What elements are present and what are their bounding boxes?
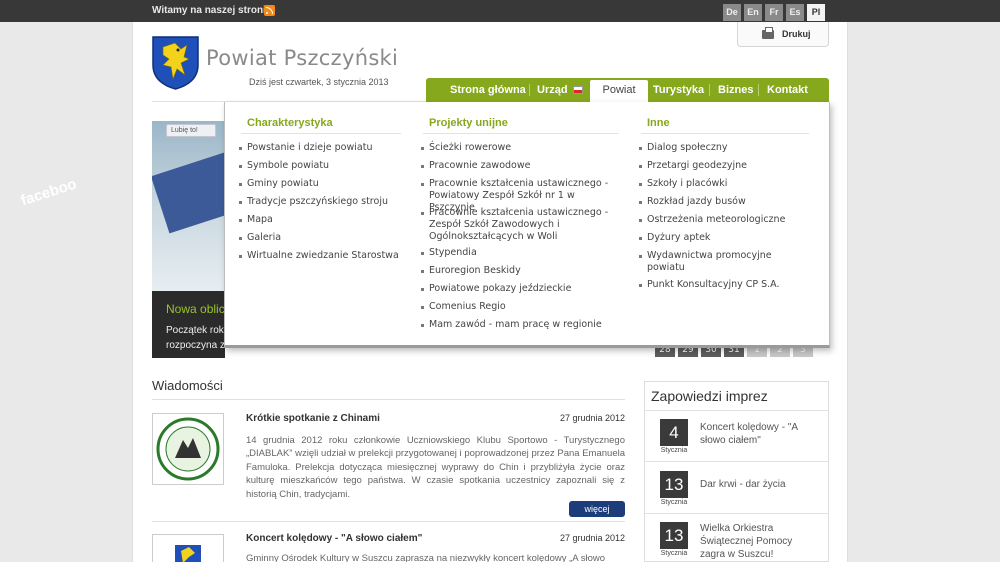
dropdown-item[interactable]: Punkt Konsultacyjny CP S.A. (639, 279, 809, 291)
dropdown-item[interactable]: Wirtualne zwiedzanie Starostwa (239, 250, 414, 262)
events-title: Zapowiedzi imprez (651, 388, 768, 404)
event-month: Stycznia (660, 447, 688, 454)
nav-urzad[interactable]: Urząd (537, 78, 568, 102)
dropdown-item[interactable]: Euroregion Beskidy (421, 265, 617, 277)
banner-caption-text: Początek rok rozpoczyna z (166, 323, 225, 353)
coat-of-arms-logo[interactable] (151, 35, 200, 90)
news-excerpt: Gminny Ośrodek Kultury w Suszcu zaprasza… (246, 553, 606, 562)
nav-divider (709, 84, 710, 96)
dropdown-item[interactable]: Szkoły i placówki (639, 178, 799, 190)
event-month: Stycznia (660, 550, 688, 557)
event-day-badge: 13 (660, 471, 688, 498)
powiat-dropdown-menu: Charakterystyka Powstanie i dzieje powia… (224, 102, 830, 348)
banner-caption-title[interactable]: Nowa oblic (166, 302, 225, 316)
more-button[interactable]: więcej (569, 501, 625, 517)
event-month: Stycznia (660, 499, 688, 506)
banner-facebook-text: faceboo (18, 175, 79, 210)
events-divider (645, 410, 828, 411)
dropdown-item[interactable]: Mam zawód - mam pracę w regionie (421, 319, 621, 331)
polish-flag-icon (573, 86, 583, 94)
lang-en[interactable]: En (744, 4, 762, 21)
banner-caption-line: Początek rok (166, 325, 224, 336)
dropdown-item[interactable]: Pracownie zawodowe (421, 160, 617, 172)
current-date: Dziś jest czwartek, 3 stycznia 2013 (249, 77, 389, 87)
event-day-badge: 13 (660, 522, 688, 549)
main-nav: Strona główna Urząd Powiat Turystyka Biz… (426, 78, 829, 102)
print-button[interactable]: Drukuj (737, 22, 829, 47)
dropdown-item[interactable]: Symbole powiatu (239, 160, 404, 172)
coat-of-arms-thumbnail (175, 545, 201, 562)
nav-strona-glowna[interactable]: Strona główna (450, 78, 526, 102)
lang-es[interactable]: Es (786, 4, 804, 21)
nav-biznes[interactable]: Biznes (718, 78, 753, 102)
nav-powiat[interactable]: Powiat (590, 80, 648, 102)
dropdown-item[interactable]: Powiatowe pokazy jeździeckie (421, 283, 617, 295)
dropdown-item[interactable]: Gminy powiatu (239, 178, 404, 190)
events-divider (645, 461, 828, 462)
lang-pl[interactable]: Pl (807, 4, 825, 21)
nav-divider (758, 84, 759, 96)
news-date: 27 grudnia 2012 (559, 413, 625, 423)
dropdown-item[interactable]: Ścieżki rowerowe (421, 142, 617, 154)
dropdown-heading: Projekty unijne (429, 117, 508, 129)
news-title[interactable]: Koncert kolędowy - "A słowo ciałem" (246, 533, 422, 544)
site-title[interactable]: Powiat Pszczyński (206, 46, 398, 70)
news-divider (152, 399, 625, 400)
like-button[interactable]: Lubię to! (166, 124, 216, 137)
dropdown-item[interactable]: Comenius Regio (421, 301, 617, 313)
lang-fr[interactable]: Fr (765, 4, 783, 21)
lang-de[interactable]: De (723, 4, 741, 21)
dropdown-item[interactable]: Przetargi geodezyjne (639, 160, 799, 172)
dropdown-item[interactable]: Rozkład jazdy busów (639, 196, 799, 208)
dropdown-item[interactable]: Pracownie kształcenia ustawicznego - Zes… (421, 207, 617, 243)
top-bar (0, 0, 1000, 22)
dropdown-heading: Inne (647, 117, 670, 129)
news-thumbnail[interactable] (152, 534, 224, 562)
dropdown-item[interactable]: Mapa (239, 214, 404, 226)
nav-turystyka[interactable]: Turystyka (653, 78, 704, 102)
dropdown-item[interactable]: Wydawnictwa promocyjne powiatu (639, 250, 789, 274)
nav-kontakt[interactable]: Kontakt (767, 78, 808, 102)
print-label: Drukuj (782, 29, 811, 39)
banner-caption-line: rozpoczyna z (166, 340, 225, 351)
dropdown-item[interactable]: Dyżury aptek (639, 232, 799, 244)
event-link[interactable]: Koncert kolędowy - "A słowo ciałem" (700, 421, 820, 447)
dropdown-item[interactable]: Stypendia (421, 247, 617, 259)
welcome-text: Witamy na naszej stronie (152, 5, 272, 16)
language-switcher: De En Fr Es Pl (723, 4, 825, 21)
dropdown-item[interactable]: Galeria (239, 232, 404, 244)
dropdown-divider (241, 133, 401, 134)
event-link[interactable]: Wielka Orkiestra Świątecznej Pomocy zagr… (700, 522, 820, 561)
news-divider (152, 521, 625, 522)
rss-icon[interactable] (264, 5, 275, 16)
dropdown-item[interactable]: Tradycje pszczyńskiego stroju (239, 196, 404, 208)
news-thumbnail[interactable] (152, 413, 224, 485)
nav-divider (529, 84, 530, 96)
news-date: 27 grudnia 2012 (559, 533, 625, 543)
news-title[interactable]: Krótkie spotkanie z Chinami (246, 413, 380, 424)
dropdown-item[interactable]: Dialog społeczny (639, 142, 799, 154)
dropdown-heading: Charakterystyka (247, 117, 333, 129)
events-divider (645, 513, 828, 514)
news-heading: Wiadomości (152, 378, 223, 393)
event-link[interactable]: Dar krwi - dar życia (700, 478, 820, 491)
news-excerpt: 14 grudnia 2012 roku członkowie Uczniows… (246, 435, 625, 500)
event-day-badge: 4 (660, 419, 688, 446)
printer-icon (762, 27, 774, 39)
diablak-club-logo (156, 417, 220, 481)
dropdown-divider (641, 133, 809, 134)
dropdown-divider (423, 133, 619, 134)
dropdown-item[interactable]: Powstanie i dzieje powiatu (239, 142, 404, 154)
dropdown-item[interactable]: Ostrzeżenia meteorologiczne (639, 214, 814, 226)
